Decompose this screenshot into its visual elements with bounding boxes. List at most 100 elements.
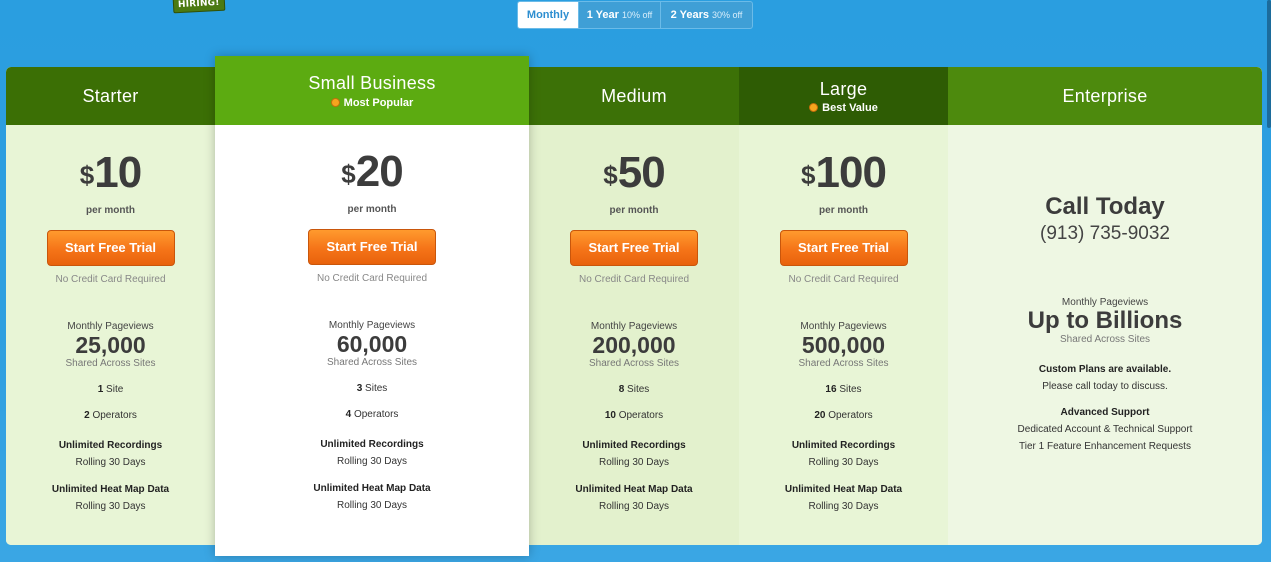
- operators-count: 2: [84, 410, 90, 421]
- recordings-title: Unlimited Recordings: [791, 440, 896, 451]
- billing-label: 2 Years: [670, 9, 709, 21]
- start-free-trial-button[interactable]: Start Free Trial: [46, 230, 175, 266]
- price-amount: 10: [94, 148, 142, 197]
- plan-starter: Starter $10 per month Start Free Trial N…: [6, 67, 215, 545]
- billing-discount: 30% off: [711, 10, 743, 20]
- sites-word: Sites: [365, 383, 388, 394]
- plan-price: $100: [739, 149, 948, 197]
- no-credit-card-note: No Credit Card Required: [316, 273, 428, 284]
- operators-feature: 10 Operators: [529, 410, 739, 421]
- recordings-title: Unlimited Recordings: [58, 440, 163, 451]
- plan-badge: Best Value: [809, 102, 878, 114]
- sites-word: Sites: [839, 384, 862, 395]
- hiring-badge[interactable]: HIRING!: [172, 0, 225, 14]
- price-period: per month: [86, 205, 135, 216]
- badge-label: Most Popular: [343, 96, 414, 109]
- start-free-trial-button[interactable]: Start Free Trial: [308, 229, 436, 265]
- price-amount: 50: [617, 148, 666, 197]
- badge-dot-icon: [809, 103, 819, 112]
- pageviews-label: Monthly Pageviews: [67, 321, 154, 332]
- support-line-1: Dedicated Account & Technical Support: [1017, 424, 1193, 435]
- plan-name: Large: [819, 78, 868, 99]
- operators-feature: 4 Operators: [215, 409, 529, 420]
- sites-feature: 3 Sites: [215, 383, 529, 394]
- billing-2-years[interactable]: 2 Years 30% off: [661, 2, 752, 28]
- sites-word: Site: [106, 384, 124, 395]
- operators-word: Operators: [828, 410, 873, 421]
- operators-word: Operators: [618, 410, 664, 421]
- plan-price: $50: [529, 149, 739, 197]
- heatmap-rolling: Rolling 30 Days: [75, 501, 146, 512]
- sites-count: 3: [356, 383, 363, 394]
- pageviews-sub: Shared Across Sites: [588, 358, 680, 369]
- billing-label: 1 Year: [586, 9, 619, 21]
- currency-symbol: $: [341, 159, 356, 189]
- plan-large: Large Best Value $100 per month Start Fr…: [739, 67, 948, 545]
- operators-count: 10: [604, 410, 616, 421]
- start-free-trial-button[interactable]: Start Free Trial: [570, 230, 698, 266]
- billing-discount: 10% off: [621, 10, 653, 20]
- pageviews-label: Monthly Pageviews: [800, 321, 887, 332]
- operators-word: Operators: [353, 409, 399, 420]
- plan-badge: Most Popular: [330, 96, 414, 109]
- recordings-rolling: Rolling 30 Days: [808, 457, 879, 468]
- badge-dot-icon: [330, 98, 340, 107]
- heatmap-feature: Unlimited Heat Map Data Rolling 30 Days: [529, 481, 739, 515]
- sites-feature: 8 Sites: [529, 384, 739, 395]
- heatmap-rolling: Rolling 30 Days: [336, 500, 408, 511]
- plan-name: Enterprise: [1062, 85, 1148, 106]
- recordings-rolling: Rolling 30 Days: [336, 456, 408, 467]
- sites-count: 1: [97, 384, 104, 395]
- page-scrollbar[interactable]: [1267, 0, 1271, 128]
- heatmap-rolling: Rolling 30 Days: [598, 501, 670, 512]
- heatmap-title: Unlimited Heat Map Data: [51, 484, 170, 495]
- recordings-title: Unlimited Recordings: [582, 440, 686, 451]
- plan-medium: Medium $50 per month Start Free Trial No…: [529, 67, 739, 545]
- operators-count: 20: [814, 410, 826, 421]
- no-credit-card-note: No Credit Card Required: [55, 274, 166, 285]
- pageviews-sub: Shared Across Sites: [326, 357, 418, 368]
- plan-price: $10: [6, 149, 215, 197]
- plan-price: $20: [215, 148, 529, 196]
- pageviews-value: Up to Billions: [1027, 307, 1183, 334]
- sites-word: Sites: [627, 384, 650, 395]
- pageviews-label: Monthly Pageviews: [590, 321, 678, 332]
- recordings-title: Unlimited Recordings: [320, 439, 424, 450]
- sites-feature: 1 Site: [6, 384, 215, 395]
- price-amount: 20: [355, 147, 404, 196]
- price-period: per month: [819, 205, 868, 216]
- heatmap-feature: Unlimited Heat Map Data Rolling 30 Days: [215, 480, 529, 514]
- plan-header: Medium: [529, 67, 739, 125]
- billing-label: Monthly: [526, 9, 570, 21]
- no-credit-card-note: No Credit Card Required: [788, 274, 899, 285]
- custom-plans-note: Custom Plans are available. Please call t…: [948, 361, 1262, 395]
- plan-name: Medium: [601, 85, 667, 106]
- phone-number[interactable]: (913) 735-9032: [948, 223, 1262, 245]
- billing-monthly[interactable]: Monthly: [518, 2, 579, 28]
- operators-feature: 20 Operators: [739, 410, 948, 421]
- support-title: Advanced Support: [1060, 407, 1150, 418]
- currency-symbol: $: [79, 160, 95, 190]
- heatmap-rolling: Rolling 30 Days: [808, 501, 879, 512]
- recordings-feature: Unlimited Recordings Rolling 30 Days: [529, 437, 739, 471]
- sites-count: 8: [618, 384, 625, 395]
- no-credit-card-note: No Credit Card Required: [578, 274, 690, 285]
- billing-1-year[interactable]: 1 Year 10% off: [579, 2, 661, 28]
- recordings-feature: Unlimited Recordings Rolling 30 Days: [215, 436, 529, 470]
- pageviews-sub: Shared Across Sites: [65, 358, 156, 369]
- heatmap-title: Unlimited Heat Map Data: [313, 483, 431, 494]
- recordings-rolling: Rolling 30 Days: [598, 457, 670, 468]
- plan-header: Starter: [6, 67, 215, 125]
- badge-label: Best Value: [822, 101, 878, 114]
- support-line-2: Tier 1 Feature Enhancement Requests: [1019, 441, 1191, 452]
- heatmap-feature: Unlimited Heat Map Data Rolling 30 Days: [6, 481, 215, 515]
- start-free-trial-button[interactable]: Start Free Trial: [779, 230, 908, 266]
- pageviews-sub: Shared Across Sites: [798, 358, 889, 369]
- recordings-rolling: Rolling 30 Days: [75, 457, 146, 468]
- operators-count: 4: [345, 409, 352, 420]
- custom-plans-sub: Please call today to discuss.: [1042, 381, 1168, 392]
- plan-name: Starter: [82, 85, 139, 106]
- sites-count: 16: [825, 384, 837, 395]
- pageviews-sub: Shared Across Sites: [1059, 334, 1151, 345]
- price-period: per month: [609, 205, 659, 216]
